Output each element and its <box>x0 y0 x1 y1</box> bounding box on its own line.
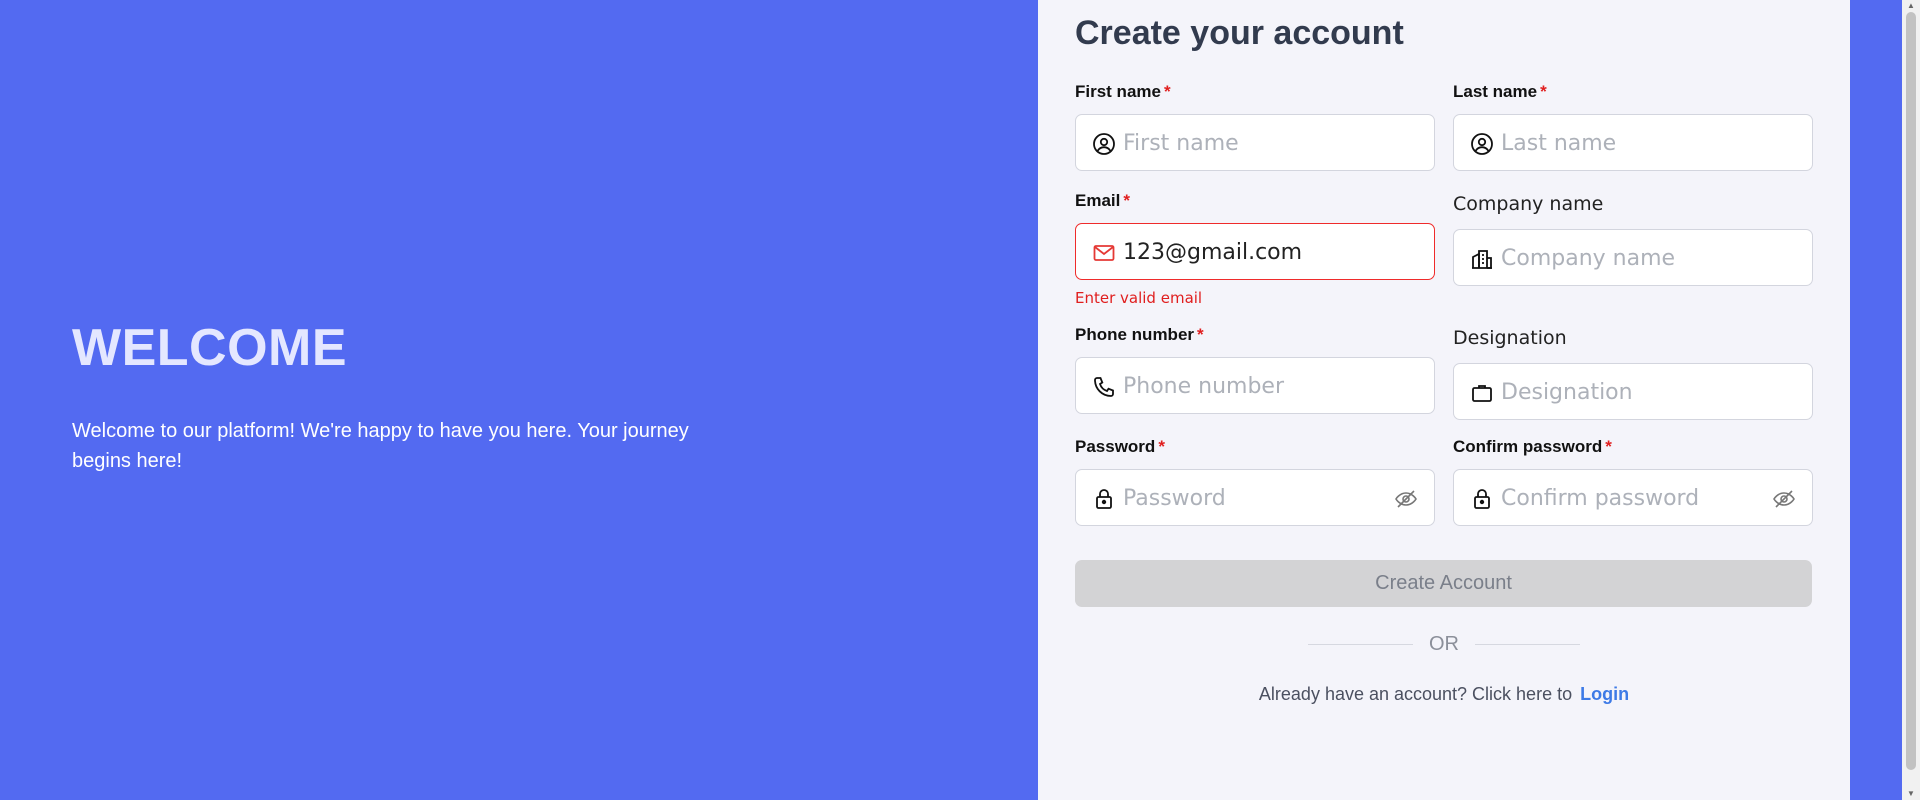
welcome-heading: WELCOME <box>72 319 348 377</box>
right-background-strip <box>1850 0 1902 800</box>
email-field: Email* Enter valid email <box>1075 189 1435 307</box>
email-input[interactable] <box>1123 232 1393 272</box>
welcome-section: WELCOME Welcome to our platform! We're h… <box>72 318 692 476</box>
company-name-input-box[interactable] <box>1453 229 1813 286</box>
designation-field: Designation <box>1453 323 1813 420</box>
lock-icon <box>1470 487 1494 511</box>
company-name-field: Company name <box>1453 189 1813 286</box>
or-divider: OR <box>1308 632 1580 656</box>
scroll-up-icon[interactable]: ▲ <box>1907 2 1915 10</box>
password-input[interactable] <box>1123 478 1393 518</box>
email-error-message: Enter valid email <box>1075 289 1203 307</box>
confirm-password-label: Confirm password * <box>1453 437 1612 456</box>
login-prompt: Already have an account? Click here to L… <box>1038 684 1850 705</box>
signup-panel: Create your account First name* Last nam… <box>1038 0 1850 800</box>
phone-number-input[interactable] <box>1123 366 1393 406</box>
email-input-box[interactable] <box>1075 223 1435 280</box>
welcome-text: Welcome to our platform! We're happy to … <box>72 420 689 472</box>
phone-icon <box>1092 375 1116 399</box>
confirm-password-input[interactable] <box>1501 478 1771 518</box>
scrollbar[interactable]: ▲ ▼ <box>1902 0 1920 800</box>
building-icon <box>1470 247 1494 271</box>
first-name-label: First name * <box>1075 82 1171 101</box>
required-mark: * <box>1197 325 1204 344</box>
scrollbar-thumb[interactable] <box>1906 12 1916 770</box>
login-link[interactable]: Login <box>1580 684 1629 704</box>
required-mark: * <box>1540 82 1547 101</box>
first-name-field: First name * <box>1075 80 1435 171</box>
lock-icon <box>1092 487 1116 511</box>
password-field: Password * <box>1075 435 1435 526</box>
required-mark: * <box>1158 437 1165 456</box>
last-name-label: Last name * <box>1453 82 1547 101</box>
scroll-down-icon[interactable]: ▼ <box>1907 790 1915 798</box>
confirm-password-field: Confirm password * <box>1453 435 1813 526</box>
eye-off-icon[interactable] <box>1394 487 1418 511</box>
last-name-input-box[interactable] <box>1453 114 1813 171</box>
email-label: Email * <box>1075 191 1130 210</box>
company-name-label: Company name <box>1453 193 1604 215</box>
phone-number-field: Phone number * <box>1075 323 1435 414</box>
designation-label: Designation <box>1453 327 1567 349</box>
divider-line <box>1475 643 1580 645</box>
required-mark: * <box>1605 437 1612 456</box>
password-label: Password * <box>1075 437 1165 456</box>
first-name-input[interactable] <box>1123 123 1393 163</box>
eye-off-icon[interactable] <box>1772 487 1796 511</box>
briefcase-icon <box>1470 381 1494 405</box>
required-mark: * <box>1123 191 1130 210</box>
designation-input[interactable] <box>1501 372 1771 412</box>
form-title: Create your account <box>1075 14 1404 52</box>
company-name-input[interactable] <box>1501 238 1771 278</box>
create-account-button[interactable]: Create Account <box>1075 560 1812 607</box>
password-input-box[interactable] <box>1075 469 1435 526</box>
required-mark: * <box>1163 82 1171 101</box>
mail-icon <box>1092 241 1116 265</box>
designation-input-box[interactable] <box>1453 363 1813 420</box>
first-name-input-box[interactable] <box>1075 114 1435 171</box>
user-circle-icon <box>1092 132 1116 156</box>
confirm-password-input-box[interactable] <box>1453 469 1813 526</box>
last-name-input[interactable] <box>1501 123 1771 163</box>
login-prompt-text: Already have an account? Click here to <box>1258 684 1573 704</box>
last-name-field: Last name * <box>1453 80 1813 171</box>
divider-line <box>1308 643 1413 645</box>
phone-number-label: Phone number * <box>1075 325 1204 344</box>
user-circle-icon <box>1470 132 1494 156</box>
phone-number-input-box[interactable] <box>1075 357 1435 414</box>
or-text: OR <box>1429 632 1459 655</box>
